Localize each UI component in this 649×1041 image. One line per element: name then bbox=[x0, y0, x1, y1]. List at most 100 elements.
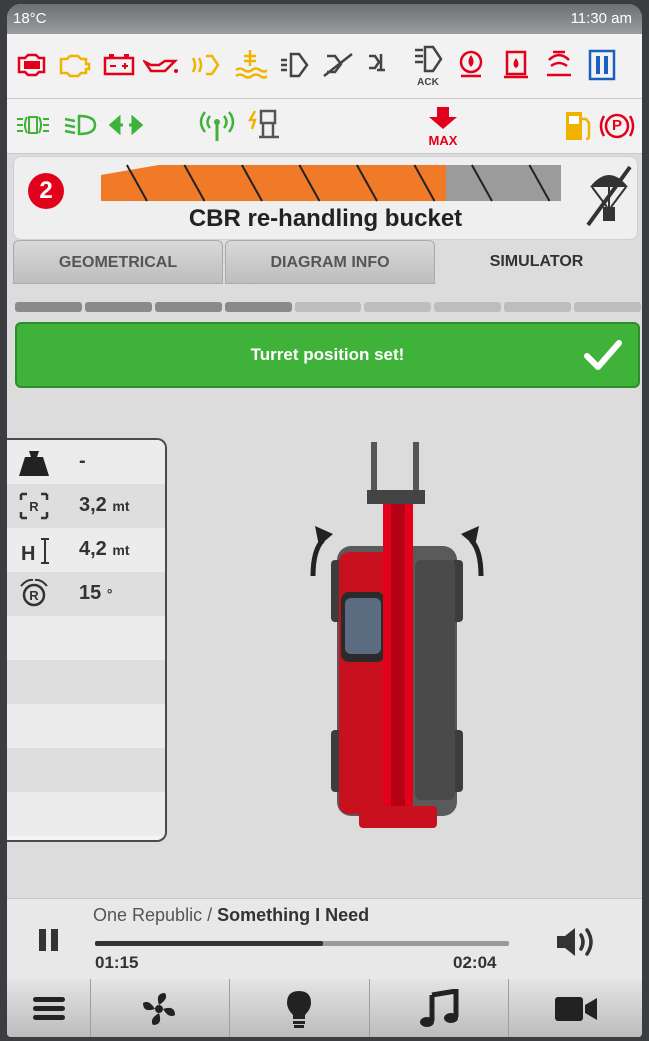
tab-diagram-info[interactable]: DIAGRAM INFO bbox=[225, 240, 435, 284]
step-badge: 2 bbox=[28, 173, 64, 209]
rotation-icon-label: R bbox=[29, 588, 39, 603]
warning-lights-row: ACK bbox=[7, 34, 642, 99]
bottom-nav bbox=[7, 979, 642, 1037]
transmission-oil-icon bbox=[281, 52, 309, 78]
nav-fan-button[interactable] bbox=[91, 979, 230, 1037]
radius-icon: R bbox=[19, 492, 49, 520]
rotation-unit: ° bbox=[106, 586, 113, 602]
param-row-empty bbox=[7, 616, 165, 660]
media-player: One Republic / Something I Need 01:15 02… bbox=[7, 898, 642, 979]
rotation-number: 15 bbox=[79, 582, 102, 604]
param-value-radius: 3,2 mt bbox=[79, 494, 130, 517]
nav-menu-button[interactable] bbox=[7, 979, 91, 1037]
track-info: One Republic / Something I Need bbox=[93, 905, 369, 926]
nav-music-button[interactable] bbox=[370, 979, 509, 1037]
height-unit: mt bbox=[112, 542, 130, 558]
progress-segment bbox=[504, 302, 572, 312]
battery-icon bbox=[103, 54, 135, 76]
max-load-icon: MAX bbox=[423, 105, 463, 149]
pause-icon[interactable] bbox=[37, 927, 61, 953]
progress-segment bbox=[84, 302, 152, 312]
air-filter-icon bbox=[547, 50, 571, 77]
tab-simulator[interactable]: SIMULATOR bbox=[437, 240, 636, 284]
track-artist: One Republic bbox=[93, 905, 203, 925]
cab-glass bbox=[345, 598, 381, 654]
brake-fluid-icon bbox=[459, 50, 483, 78]
parking-brake-icon: P bbox=[599, 111, 635, 141]
elapsed-time: 01:15 bbox=[95, 953, 139, 972]
side-lights-icon bbox=[17, 116, 49, 134]
fan-icon bbox=[143, 993, 175, 1025]
progress-segment bbox=[364, 302, 432, 312]
hydraulic-temperature-icon bbox=[369, 54, 385, 72]
param-row-empty bbox=[7, 660, 165, 704]
stabilizer-warning-icon bbox=[247, 109, 279, 139]
rotate-right-arrow-icon bbox=[469, 538, 484, 577]
attachment-name: CBR re-handling bucket bbox=[188, 205, 463, 232]
nav-lights-button[interactable] bbox=[230, 979, 370, 1037]
ack-label: ACK bbox=[417, 77, 439, 88]
radius-unit: mt bbox=[112, 498, 130, 514]
radius-number: 3,2 bbox=[79, 494, 107, 516]
param-value-load: - bbox=[79, 450, 86, 472]
total-time: 02:04 bbox=[453, 953, 497, 972]
fuel-reserve-icon bbox=[566, 112, 591, 141]
fuel-filter-icon bbox=[504, 50, 528, 79]
param-row-height: H 4,2 mt bbox=[7, 528, 165, 572]
playback-progress-fill bbox=[95, 941, 323, 946]
param-row-empty bbox=[7, 704, 165, 748]
rotation-icon: R bbox=[20, 578, 48, 607]
status-bar: 18°C 11:30 am bbox=[7, 4, 642, 34]
track-separator: / bbox=[202, 905, 218, 925]
low-beam-icon bbox=[64, 114, 97, 136]
param-row-empty bbox=[7, 748, 165, 792]
fork-right bbox=[413, 442, 419, 496]
glow-plug-icon bbox=[191, 54, 220, 76]
height-number: 4,2 bbox=[79, 538, 107, 560]
boom-center bbox=[391, 504, 405, 822]
engine-check-icon bbox=[59, 54, 91, 78]
progress-segment bbox=[434, 302, 502, 312]
rotate-left-arrow-icon bbox=[310, 538, 325, 577]
load-weight-icon bbox=[19, 451, 49, 476]
radius-icon-label: R bbox=[29, 499, 39, 514]
no-parachute-icon[interactable] bbox=[584, 163, 634, 229]
progress-segment bbox=[574, 302, 641, 312]
nav-camera-button[interactable] bbox=[509, 979, 642, 1037]
menu-icon bbox=[33, 997, 65, 1020]
playback-timeline[interactable] bbox=[95, 941, 509, 946]
progress-segment bbox=[224, 302, 292, 312]
coolant-temperature-icon bbox=[588, 49, 616, 81]
param-row-empty bbox=[7, 792, 165, 836]
hydraulic-filter-icon bbox=[323, 53, 353, 77]
wireless-signal-icon bbox=[199, 111, 235, 141]
fork-carriage bbox=[367, 490, 425, 504]
counterweight bbox=[359, 806, 437, 828]
load-capacity-bar bbox=[101, 164, 561, 202]
display-screen: 18°C 11:30 am ACK MAX P 2 CBR re-handlin… bbox=[7, 4, 642, 1037]
oil-pressure-icon bbox=[143, 59, 179, 73]
down-arrow-icon bbox=[429, 107, 457, 129]
attachment-header: 2 CBR re-handling bucket bbox=[13, 156, 638, 240]
engine-stop-icon bbox=[17, 53, 46, 77]
music-note-icon bbox=[420, 989, 459, 1027]
status-banner: Turret position set! bbox=[15, 322, 640, 388]
telehandler-top-view[interactable] bbox=[287, 434, 507, 844]
transmission-ack-icon: ACK bbox=[411, 44, 445, 88]
progress-segment bbox=[15, 302, 82, 312]
step-progress bbox=[15, 302, 641, 312]
height-icon-label: H bbox=[21, 543, 35, 565]
checkmark-icon bbox=[584, 340, 622, 370]
temperature-readout: 18°C bbox=[13, 10, 47, 27]
volume-icon[interactable] bbox=[555, 925, 601, 959]
direction-indicators-icon bbox=[109, 115, 143, 135]
max-label: MAX bbox=[428, 133, 458, 148]
indicator-lights-row: MAX P bbox=[7, 99, 642, 154]
param-row-rotation: R 15 ° bbox=[7, 572, 165, 616]
tab-geometrical[interactable]: GEOMETRICAL bbox=[13, 240, 223, 284]
param-value-height: 4,2 mt bbox=[79, 538, 130, 561]
fork-left bbox=[371, 442, 377, 496]
video-camera-icon bbox=[555, 997, 597, 1021]
height-icon: H bbox=[21, 538, 49, 565]
lightbulb-icon bbox=[287, 991, 311, 1028]
